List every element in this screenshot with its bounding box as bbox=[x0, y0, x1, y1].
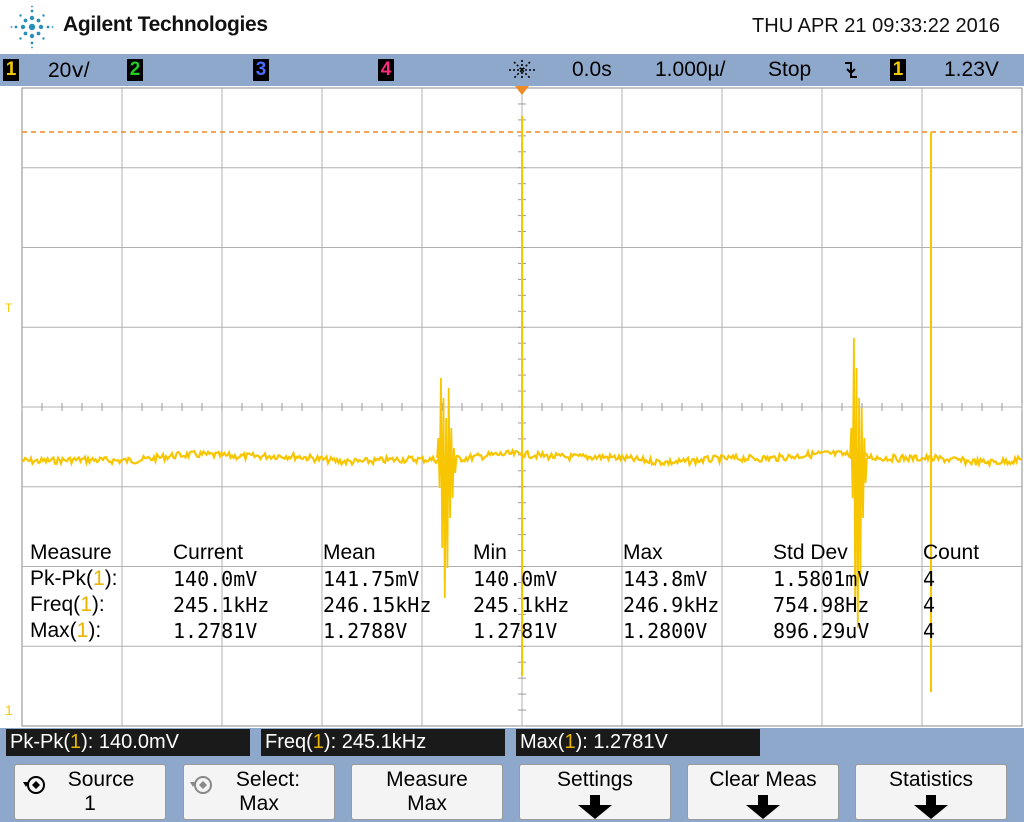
stat-count: 4 bbox=[923, 567, 936, 591]
meas-suffix: ): bbox=[104, 567, 118, 590]
meas-label: Pk-Pk( bbox=[30, 567, 93, 590]
stat-std-dev: 896.29uV bbox=[773, 619, 870, 643]
stat-std-dev: 1.5801mV bbox=[773, 567, 870, 591]
trigger-source-badge[interactable]: 1 bbox=[890, 59, 906, 81]
meas-channel: 1 bbox=[80, 593, 92, 616]
readout-max[interactable]: Max(1): 1.2781V bbox=[516, 729, 760, 756]
channel-1-scale[interactable]: 20ⅴ/ bbox=[48, 58, 90, 83]
stat-current: 140.0mV bbox=[173, 567, 258, 591]
meas-channel: 1 bbox=[76, 619, 89, 642]
readout-value: ): 1.2781V bbox=[575, 731, 668, 753]
readout-label: Freq( bbox=[265, 731, 313, 753]
readout-label: Pk-Pk( bbox=[10, 731, 70, 753]
softkey-label: Measure bbox=[386, 768, 468, 791]
softkey-value: Max bbox=[407, 792, 447, 815]
stat-min: 140.0mV bbox=[473, 567, 558, 591]
run-state[interactable]: Stop bbox=[768, 58, 811, 82]
stat-current: 245.1kHz bbox=[173, 593, 270, 617]
channel-1-badge[interactable]: 1 bbox=[3, 59, 19, 81]
softkey-bar: Source 1 Select: Max Measure Max Setting… bbox=[0, 758, 1024, 822]
statistics-softkey[interactable]: Statistics bbox=[855, 764, 1007, 820]
col-mean: Mean bbox=[323, 541, 376, 564]
col-std-dev: Std Dev bbox=[773, 541, 848, 564]
readout-channel: 1 bbox=[70, 731, 82, 753]
stat-std-dev: 754.98Hz bbox=[773, 593, 870, 617]
stat-mean: 1.2788V bbox=[323, 619, 408, 643]
header: Agilent Technologies THU APR 21 09:33:22… bbox=[0, 0, 1024, 54]
col-max: Max bbox=[623, 541, 663, 564]
date-time: THU APR 21 09:33:22 2016 bbox=[752, 15, 1000, 37]
horizontal-delay[interactable]: 0.0s bbox=[572, 58, 612, 82]
readout-value: ): 140.0mV bbox=[81, 731, 179, 753]
softkey-label: Statistics bbox=[888, 768, 974, 791]
softkey-label: Settings bbox=[557, 768, 633, 791]
channel-2-badge[interactable]: 2 bbox=[127, 59, 143, 81]
meas-label: Max( bbox=[30, 619, 77, 642]
channel-3-badge[interactable]: 3 bbox=[253, 59, 269, 81]
rotate-knob-icon bbox=[190, 776, 212, 794]
settings-softkey[interactable]: Settings bbox=[519, 764, 671, 820]
softkey-label: Clear Meas bbox=[709, 768, 817, 791]
stat-max: 246.9kHz bbox=[623, 593, 720, 617]
meas-suffix: ): bbox=[88, 619, 102, 642]
stat-min: 245.1kHz bbox=[473, 593, 570, 617]
meas-channel: 1 bbox=[93, 567, 105, 590]
falling-edge-trigger-icon bbox=[845, 62, 857, 78]
submenu-arrow-icon bbox=[746, 795, 780, 819]
waveform-display[interactable]: 1 T Measure Current Mean Min Max Std Dev… bbox=[0, 86, 1024, 728]
stat-min: 1.2781V bbox=[473, 619, 558, 643]
submenu-arrow-icon bbox=[578, 795, 612, 819]
measurement-readout-bar: Pk-Pk(1): 140.0mV Freq(1): 245.1kHz Max(… bbox=[0, 728, 1024, 758]
timebase-scale[interactable]: 1.000µ/ bbox=[655, 58, 726, 82]
meas-name: Freq(1): bbox=[30, 593, 105, 617]
measure-max-softkey[interactable]: Measure Max bbox=[351, 764, 503, 820]
readout-channel: 1 bbox=[564, 731, 576, 753]
col-current: Current bbox=[173, 541, 244, 564]
trigger-level-marker: T bbox=[5, 301, 13, 315]
meas-name: Pk-Pk(1): bbox=[30, 567, 118, 591]
submenu-arrow-icon bbox=[914, 795, 948, 819]
col-count: Count bbox=[923, 541, 980, 564]
col-min: Min bbox=[473, 541, 507, 564]
rotate-knob-icon bbox=[23, 776, 45, 794]
readout-channel: 1 bbox=[312, 731, 324, 753]
meas-label: Freq( bbox=[30, 593, 81, 616]
meas-suffix: ): bbox=[91, 593, 105, 616]
ground-marker: 1 bbox=[5, 702, 13, 718]
horizontal-delay-icon bbox=[509, 60, 535, 80]
stat-max: 1.2800V bbox=[623, 619, 708, 643]
agilent-spark-logo-icon bbox=[10, 5, 54, 49]
stat-mean: 141.75mV bbox=[323, 567, 420, 591]
settings-bar: 1 20ⅴ/ 2 3 4 0.0s 1.000µ/ Stop 1 1.23V bbox=[0, 54, 1024, 86]
clear-meas-softkey[interactable]: Clear Meas bbox=[687, 764, 839, 820]
stat-max: 143.8mV bbox=[623, 567, 708, 591]
stat-count: 4 bbox=[923, 593, 936, 617]
select-softkey[interactable]: Select: Max bbox=[183, 764, 335, 820]
source-softkey[interactable]: Source 1 bbox=[14, 764, 166, 820]
col-measure: Measure bbox=[30, 541, 112, 564]
stat-current: 1.2781V bbox=[173, 619, 258, 643]
channel-4-badge[interactable]: 4 bbox=[378, 59, 394, 81]
readout-value: ): 245.1kHz bbox=[323, 731, 427, 753]
brand-name: Agilent Technologies bbox=[63, 13, 268, 36]
trigger-level[interactable]: 1.23V bbox=[944, 58, 999, 82]
readout-pkpk[interactable]: Pk-Pk(1): 140.0mV bbox=[6, 729, 250, 756]
meas-name: Max(1): bbox=[30, 619, 101, 643]
readout-freq[interactable]: Freq(1): 245.1kHz bbox=[261, 729, 505, 756]
readout-label: Max( bbox=[520, 731, 565, 753]
stat-mean: 246.15kHz bbox=[323, 593, 432, 617]
stat-count: 4 bbox=[923, 619, 936, 643]
